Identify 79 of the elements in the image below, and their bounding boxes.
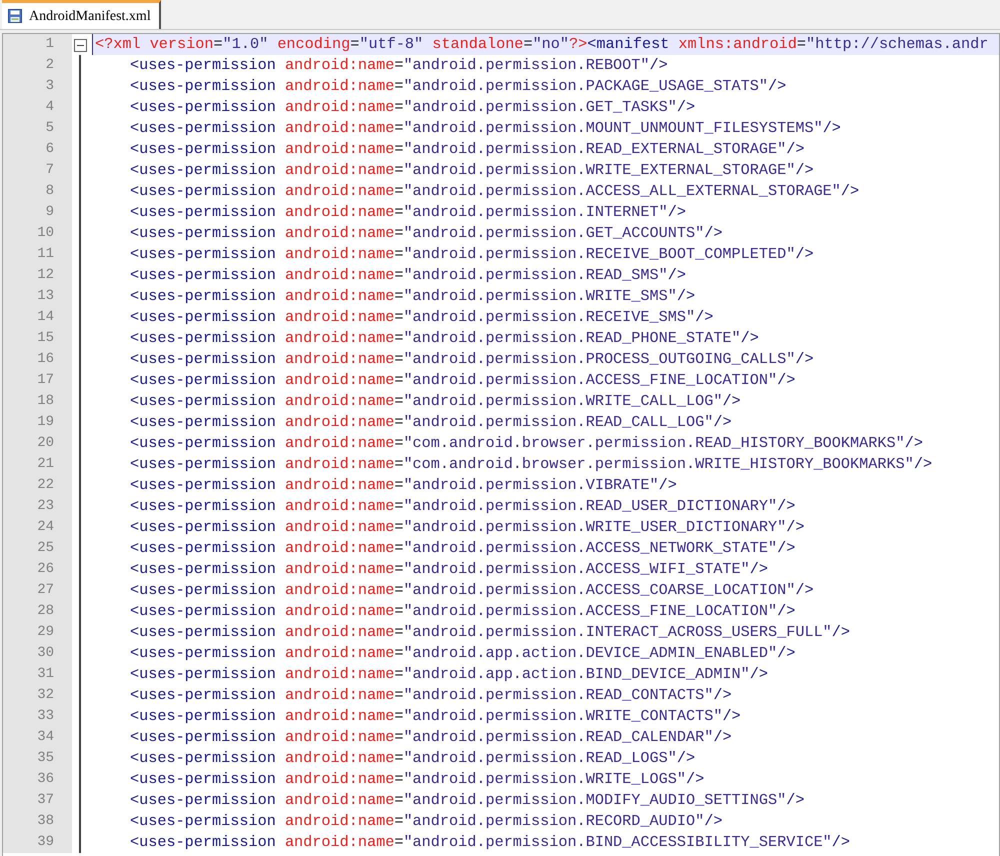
line-number: 21 — [3, 454, 72, 475]
code-line: <uses-permission android:name="android.permission.READ_EXTERNAL_STORAGE"/> — [129, 139, 806, 160]
line-number: 23 — [3, 496, 72, 517]
code-line: <uses-permission android:name="android.permission.INTERACT_ACROSS_USERS_FULL"/> — [129, 622, 852, 643]
line-number: 31 — [3, 664, 72, 685]
code-line: <uses-permission android:name="android.permission.ACCESS_NETWORK_STATE"/> — [129, 538, 796, 559]
code-line: <uses-permission android:name="android.permission.RECEIVE_SMS"/> — [129, 307, 714, 328]
line-number: 36 — [3, 769, 72, 790]
code-line: <uses-permission android:name="android.permission.BIND_ACCESSIBILITY_SERVICE"/> — [129, 832, 852, 853]
code-line: <uses-permission android:name="android.permission.WRITE_LOGS"/> — [129, 769, 706, 790]
code-line: <uses-permission android:name="android.permission.READ_USER_DICTIONARY"/> — [129, 496, 796, 517]
code-line: <uses-permission android:name="android.permission.INTERNET"/> — [129, 202, 687, 223]
line-number: 2 — [3, 55, 72, 76]
code-line: <uses-permission android:name="android.permission.RECORD_AUDIO"/> — [129, 811, 724, 832]
line-number: 20 — [3, 433, 72, 454]
line-number: 26 — [3, 559, 72, 580]
code-line: <uses-permission android:name="android.permission.GET_ACCOUNTS"/> — [129, 223, 724, 244]
line-number: 9 — [3, 202, 72, 223]
code-line: <uses-permission android:name="android.permission.READ_PHONE_STATE"/> — [129, 328, 760, 349]
line-number: 28 — [3, 601, 72, 622]
code-line: <uses-permission android:name="com.android.browser.permission.WRITE_HISTORY_BOOKMARKS"/> — [129, 454, 934, 475]
code-line: <uses-permission android:name="android.permission.ACCESS_FINE_LOCATION"/> — [129, 370, 796, 391]
line-number: 39 — [3, 832, 72, 853]
code-line: <uses-permission android:name="android.permission.ACCESS_ALL_EXTERNAL_STORAGE"/> — [129, 181, 860, 202]
code-line: <uses-permission android:name="android.permission.READ_SMS"/> — [129, 265, 687, 286]
code-line: <uses-permission android:name="android.permission.ACCESS_WIFI_STATE"/> — [129, 559, 770, 580]
line-number: 5 — [3, 118, 72, 139]
line-number: 11 — [3, 244, 72, 265]
fold-toggle[interactable] — [74, 39, 87, 52]
code-line: <uses-permission android:name="android.permission.MODIFY_AUDIO_SETTINGS"/> — [129, 790, 806, 811]
code-line: <uses-permission android:name="android.permission.WRITE_CALL_LOG"/> — [129, 391, 742, 412]
line-number: 30 — [3, 643, 72, 664]
line-number: 16 — [3, 349, 72, 370]
line-number: 37 — [3, 790, 72, 811]
line-number: 25 — [3, 538, 72, 559]
line-number: 4 — [3, 97, 72, 118]
line-number: 24 — [3, 517, 72, 538]
line-number: 35 — [3, 748, 72, 769]
line-number: 15 — [3, 328, 72, 349]
code-line: <uses-permission android:name="android.permission.RECEIVE_BOOT_COMPLETED"/> — [129, 244, 815, 265]
code-line: <uses-permission android:name="android.permission.READ_CALENDAR"/> — [129, 727, 733, 748]
line-number: 10 — [3, 223, 72, 244]
code-line: <uses-permission android:name="android.permission.ACCESS_FINE_LOCATION"/> — [129, 601, 796, 622]
code-line: <uses-permission android:name="android.permission.WRITE_EXTERNAL_STORAGE"/> — [129, 160, 815, 181]
line-number: 29 — [3, 622, 72, 643]
code-line: <uses-permission android:name="android.app.action.DEVICE_ADMIN_ENABLED"/> — [129, 643, 796, 664]
code-line: <uses-permission android:name="android.permission.WRITE_SMS"/> — [129, 286, 696, 307]
line-number: 18 — [3, 391, 72, 412]
code-line: <uses-permission android:name="android.permission.VIBRATE"/> — [129, 475, 678, 496]
code-line: <uses-permission android:name="android.permission.PACKAGE_USAGE_STATS"/> — [129, 76, 788, 97]
line-number: 12 — [3, 265, 72, 286]
file-tab[interactable]: AndroidManifest.xml — [2, 0, 161, 29]
code-line: <uses-permission android:name="android.permission.REBOOT"/> — [129, 55, 669, 76]
line-number: 33 — [3, 706, 72, 727]
line-number: 19 — [3, 412, 72, 433]
line-number: 27 — [3, 580, 72, 601]
code-line: <uses-permission android:name="android.permission.MOUNT_UNMOUNT_FILESYSTEMS"/> — [129, 118, 842, 139]
code-line: <uses-permission android:name="android.permission.ACCESS_COARSE_LOCATION"/> — [129, 580, 815, 601]
code-line: <uses-permission android:name="com.android.browser.permission.READ_HISTORY_BOOKMARKS"/> — [129, 433, 924, 454]
code-line: <uses-permission android:name="android.permission.READ_CALL_LOG"/> — [129, 412, 733, 433]
line-number: 22 — [3, 475, 72, 496]
line-number: 34 — [3, 727, 72, 748]
line-number: 38 — [3, 811, 72, 832]
code-line: <uses-permission android:name="android.app.action.BIND_DEVICE_ADMIN"/> — [129, 664, 770, 685]
code-line: <uses-permission android:name="android.permission.GET_TASKS"/> — [129, 97, 696, 118]
code-line: <uses-permission android:name="android.permission.WRITE_CONTACTS"/> — [129, 706, 742, 727]
code-line: <uses-permission android:name="android.permission.WRITE_USER_DICTIONARY"/> — [129, 517, 806, 538]
line-number: 17 — [3, 370, 72, 391]
line-number: 7 — [3, 160, 72, 181]
line-number: 13 — [3, 286, 72, 307]
line-number: 8 — [3, 181, 72, 202]
code-line: <uses-permission android:name="android.permission.PROCESS_OUTGOING_CALLS"/> — [129, 349, 815, 370]
code-line: <uses-permission android:name="android.permission.READ_CONTACTS"/> — [129, 685, 733, 706]
line-number: 1 — [3, 34, 72, 55]
line-number: 14 — [3, 307, 72, 328]
code-line: <uses-permission android:name="android.permission.READ_LOGS"/> — [129, 748, 696, 769]
line-number: 3 — [3, 76, 72, 97]
line-number: 6 — [3, 139, 72, 160]
line-number: 32 — [3, 685, 72, 706]
